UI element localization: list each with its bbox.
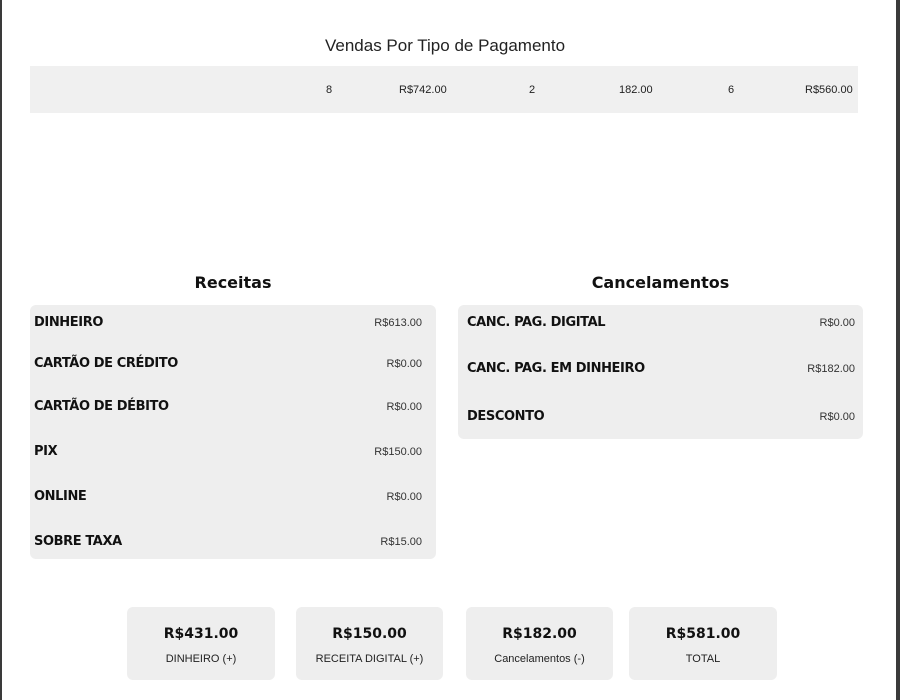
cancelamento-label: CANC. PAG. DIGITAL xyxy=(467,315,606,330)
receita-item: SOBRE TAXA R$15.00 xyxy=(30,534,436,554)
summary-label: DINHEIRO (+) xyxy=(165,653,237,665)
payment-cell: R$742.00 xyxy=(399,84,447,96)
summary-value: R$581.00 xyxy=(665,626,741,642)
receitas-panel: DINHEIRO R$613.00 CARTÃO DE CRÉDITO R$0.… xyxy=(30,305,436,559)
cancelamento-label: CANC. PAG. EM DINHEIRO xyxy=(467,361,645,376)
summary-card-dinheiro: R$431.00 DINHEIRO (+) xyxy=(127,607,275,680)
summary-card-receita-digital: R$150.00 RECEITA DIGITAL (+) xyxy=(296,607,443,680)
cancelamentos-title: Cancelamentos xyxy=(591,273,730,292)
summary-card-cancelamentos: R$182.00 Cancelamentos (-) xyxy=(466,607,613,680)
receita-value: R$613.00 xyxy=(374,317,422,329)
receita-label: DINHEIRO xyxy=(34,315,103,330)
receita-label: CARTÃO DE DÉBITO xyxy=(34,399,169,414)
receita-label: SOBRE TAXA xyxy=(34,534,122,549)
receitas-title: Receitas xyxy=(194,273,272,292)
cancelamento-item: CANC. PAG. EM DINHEIRO R$182.00 xyxy=(458,361,863,381)
payment-cell: 8 xyxy=(326,84,333,96)
cancelamento-item: CANC. PAG. DIGITAL R$0.00 xyxy=(458,315,863,335)
receita-label: ONLINE xyxy=(34,489,87,504)
receita-value: R$0.00 xyxy=(386,358,422,370)
cancelamento-label: DESCONTO xyxy=(467,409,545,424)
receita-item: CARTÃO DE CRÉDITO R$0.00 xyxy=(30,356,436,376)
summary-value: R$431.00 xyxy=(163,626,239,642)
page-title: Vendas Por Tipo de Pagamento xyxy=(324,36,566,55)
summary-label: Cancelamentos (-) xyxy=(494,653,585,665)
summary-card-total: R$581.00 TOTAL xyxy=(629,607,777,680)
payment-cell: 6 xyxy=(728,84,735,96)
cancelamento-value: R$182.00 xyxy=(807,363,855,375)
cancelamento-value: R$0.00 xyxy=(819,317,855,329)
receita-item: CARTÃO DE DÉBITO R$0.00 xyxy=(30,399,436,419)
receita-item: ONLINE R$0.00 xyxy=(30,489,436,509)
report-page: Vendas Por Tipo de Pagamento 8 R$742.00 … xyxy=(2,0,896,700)
payment-cell: R$560.00 xyxy=(805,84,853,96)
payment-cell: 182.00 xyxy=(619,84,653,96)
payment-type-row: 8 R$742.00 2 182.00 6 R$560.00 xyxy=(30,66,858,113)
receita-value: R$150.00 xyxy=(374,446,422,458)
receita-value: R$15.00 xyxy=(380,536,422,548)
cancelamento-value: R$0.00 xyxy=(819,411,855,423)
summary-value: R$150.00 xyxy=(332,626,407,642)
receita-label: PIX xyxy=(34,444,58,459)
payment-cell: 2 xyxy=(529,84,536,96)
receita-value: R$0.00 xyxy=(386,491,422,503)
cancelamentos-panel: CANC. PAG. DIGITAL R$0.00 CANC. PAG. EM … xyxy=(458,305,863,439)
receita-label: CARTÃO DE CRÉDITO xyxy=(34,356,178,371)
summary-label: RECEITA DIGITAL (+) xyxy=(315,653,424,665)
receita-item: PIX R$150.00 xyxy=(30,444,436,464)
summary-value: R$182.00 xyxy=(502,626,577,642)
receita-value: R$0.00 xyxy=(386,401,422,413)
summary-label: TOTAL xyxy=(685,653,721,665)
receita-item: DINHEIRO R$613.00 xyxy=(30,315,436,335)
cancelamento-item: DESCONTO R$0.00 xyxy=(458,409,863,429)
